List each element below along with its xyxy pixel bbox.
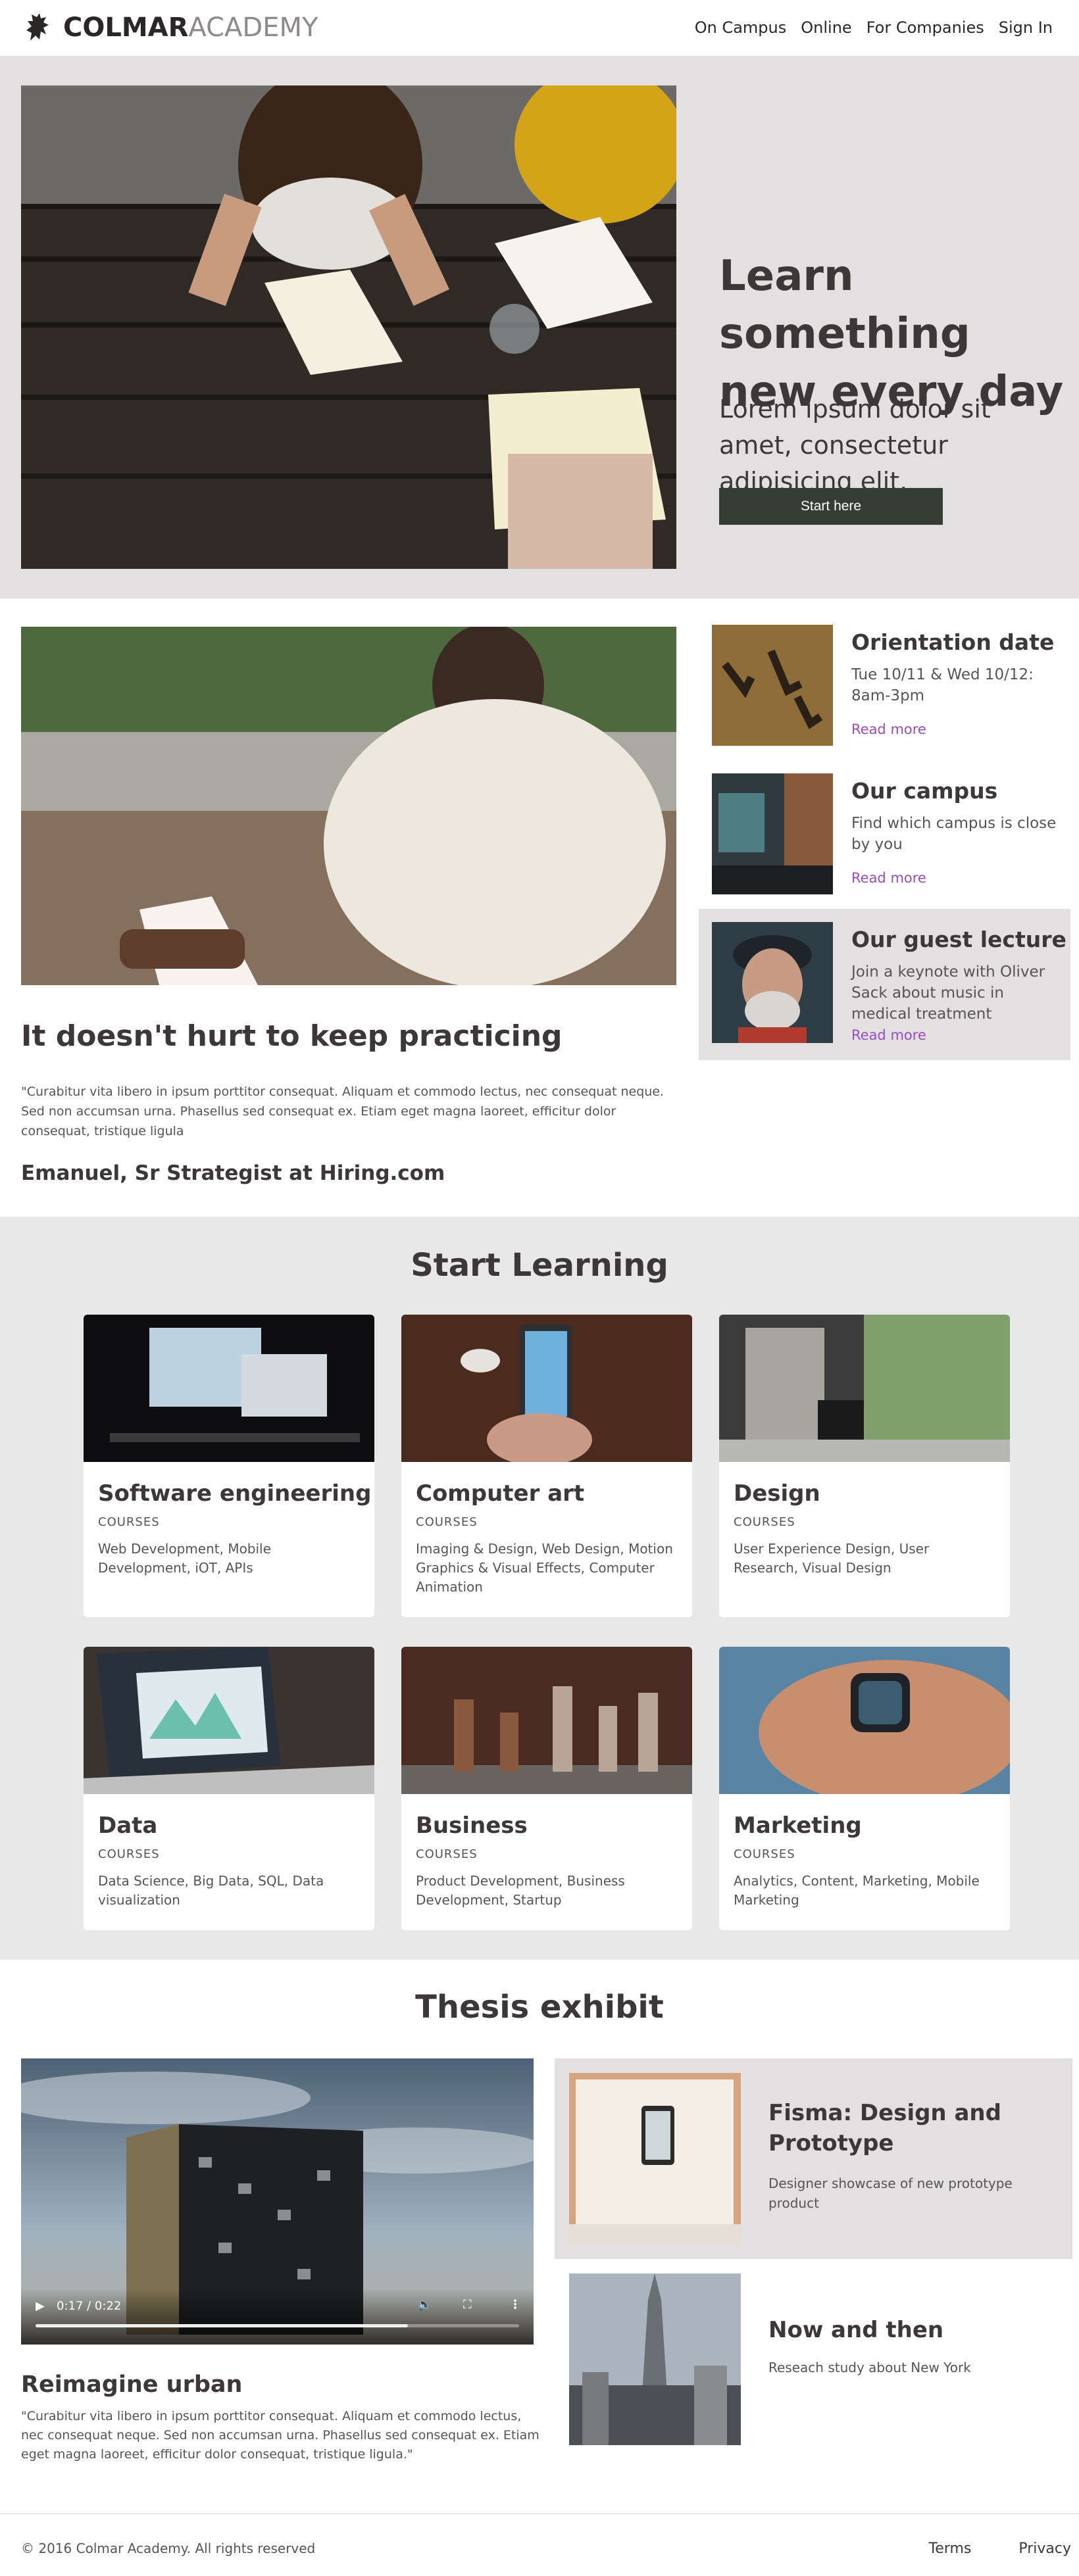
exhibit-desc: Reseach study about New York [768,2360,971,2375]
fullscreen-icon[interactable]: ⛶ [463,2298,472,2312]
course-kicker: COURSES [98,1515,160,1529]
course-desc: User Experience Design, User Research, V… [734,1541,930,1576]
griffin-logo-icon [26,13,49,41]
event-thumb-orientation [712,625,833,746]
course-title: Design [734,1480,820,1507]
course-image [401,1315,692,1462]
event-title: Our guest lecture [851,927,1066,952]
exhibit-title: Fisma: Design and Prototype [768,2100,1001,2156]
exhibit-thumb-fisma [569,2073,741,2245]
course-card-design[interactable]: Design COURSES User Experience Design, U… [719,1315,1010,1617]
footer-links: Terms Privacy [929,2540,1071,2557]
event-title: Orientation date [851,629,1055,655]
course-desc: Analytics, Content, Marketing, Mobile Ma… [734,1873,980,1908]
event-campus[interactable]: Our campus Find which campus is close by… [699,760,1070,911]
course-title: Marketing [734,1812,862,1839]
course-kicker: COURSES [734,1515,795,1529]
video-progress-fill [36,2324,408,2327]
read-more-link[interactable]: Read more [851,870,926,886]
site-footer: © 2016 Colmar Academy. All rights reserv… [0,2514,1079,2576]
event-guest-lecture[interactable]: Our guest lecture Join a keynote with Ol… [699,909,1070,1060]
course-title: Business [416,1812,528,1839]
hero-image-students-studying [21,85,676,569]
read-more-link[interactable]: Read more [851,721,926,737]
footer-link-privacy[interactable]: Privacy [1018,2540,1071,2557]
course-kicker: COURSES [416,1847,478,1861]
course-desc: Web Development, Mobile Development, iOT… [98,1541,271,1576]
exhibit-thumb-now-and-then [569,2273,741,2445]
course-kicker: COURSES [98,1847,160,1861]
practice-quote: "Curabitur vita libero in ipsum porttito… [21,1084,665,1138]
course-card-computer-art[interactable]: Computer art COURSES Imaging & Design, W… [401,1315,692,1617]
nav-on-campus[interactable]: On Campus [695,18,787,37]
brand-name: COLMARACADEMY [63,12,318,43]
volume-icon[interactable]: 🔈 [417,2298,432,2312]
course-image [719,1647,1010,1794]
video-player[interactable]: ▶ 0:17 / 0:22 🔈 ⛶ ⋮ [21,2058,534,2345]
course-card-software-engineering[interactable]: Software engineering COURSES Web Develop… [84,1315,374,1617]
read-more-link[interactable]: Read more [851,1027,926,1043]
course-title: Software engineering [98,1480,372,1507]
course-desc: Product Development, Business Developmen… [416,1873,625,1908]
practice-image-man-reading [21,627,676,985]
hero-section: Learn something new every day Lorem ipsu… [0,57,1079,598]
exhibit-now-and-then[interactable]: Now and then Reseach study about New Yor… [555,2259,1072,2460]
course-title: Data [98,1812,158,1839]
play-icon[interactable]: ▶ [36,2299,45,2313]
event-desc: Join a keynote with Oliver Sack about mu… [851,963,1045,1023]
hero-subtitle: Lorem ipsum dolor sit amet, consectetur … [719,395,991,496]
course-image [719,1315,1010,1462]
reimagine-urban-quote: "Curabitur vita libero in ipsum porttito… [21,2409,540,2462]
event-desc: Tue 10/11 & Wed 10/12: 8am-3pm [851,666,1034,704]
video-controls [21,2288,534,2345]
course-kicker: COURSES [734,1847,795,1861]
logo[interactable]: COLMARACADEMY [22,8,318,47]
course-image [84,1647,374,1794]
more-options-icon[interactable]: ⋮ [509,2298,521,2312]
course-card-business[interactable]: Business COURSES Product Development, Bu… [401,1647,692,1930]
thesis-exhibit-title: Thesis exhibit [415,1989,664,2026]
course-title: Computer art [416,1480,585,1507]
course-image [84,1315,374,1462]
event-orientation[interactable]: Orientation date Tue 10/11 & Wed 10/12: … [699,612,1070,763]
practice-author: Emanuel, Sr Strategist at Hiring.com [21,1161,445,1185]
course-card-data[interactable]: Data COURSES Data Science, Big Data, SQL… [84,1647,374,1930]
exhibit-fisma[interactable]: Fisma: Design and Prototype Designer sho… [555,2058,1072,2259]
video-time: 0:17 / 0:22 [57,2299,122,2313]
event-thumb-guest-lecture [712,922,833,1043]
exhibit-title: Now and then [768,2317,944,2343]
copyright-text: © 2016 Colmar Academy. All rights reserv… [21,2540,316,2556]
practice-title: It doesn't hurt to keep practicing [21,1019,563,1053]
main-nav: On Campus Online For Companies Sign In [695,18,1053,37]
exhibit-desc: Designer showcase of new prototype produ… [768,2175,1013,2211]
footer-link-terms[interactable]: Terms [929,2540,972,2557]
course-desc: Data Science, Big Data, SQL, Data visual… [98,1873,324,1908]
brand-light: ACADEMY [188,12,318,43]
nav-online[interactable]: Online [801,18,851,37]
nav-for-companies[interactable]: For Companies [866,18,984,37]
nav-sign-in[interactable]: Sign In [999,18,1053,37]
event-thumb-campus [712,773,833,894]
reimagine-urban-title: Reimagine urban [21,2371,243,2398]
course-card-marketing[interactable]: Marketing COURSES Analytics, Content, Ma… [719,1647,1010,1930]
video-progress-bar[interactable] [36,2324,519,2327]
brand-bold: COLMAR [63,12,189,43]
course-desc: Imaging & Design, Web Design, Motion Gra… [416,1541,673,1595]
event-title: Our campus [851,778,998,804]
start-here-button[interactable]: Start here [719,488,943,525]
site-header: COLMARACADEMY On Campus Online For Compa… [0,0,1079,57]
course-image [401,1647,692,1794]
course-kicker: COURSES [416,1515,478,1529]
event-desc: Find which campus is close by you [851,815,1057,853]
start-learning-title: Start Learning [411,1247,668,1284]
